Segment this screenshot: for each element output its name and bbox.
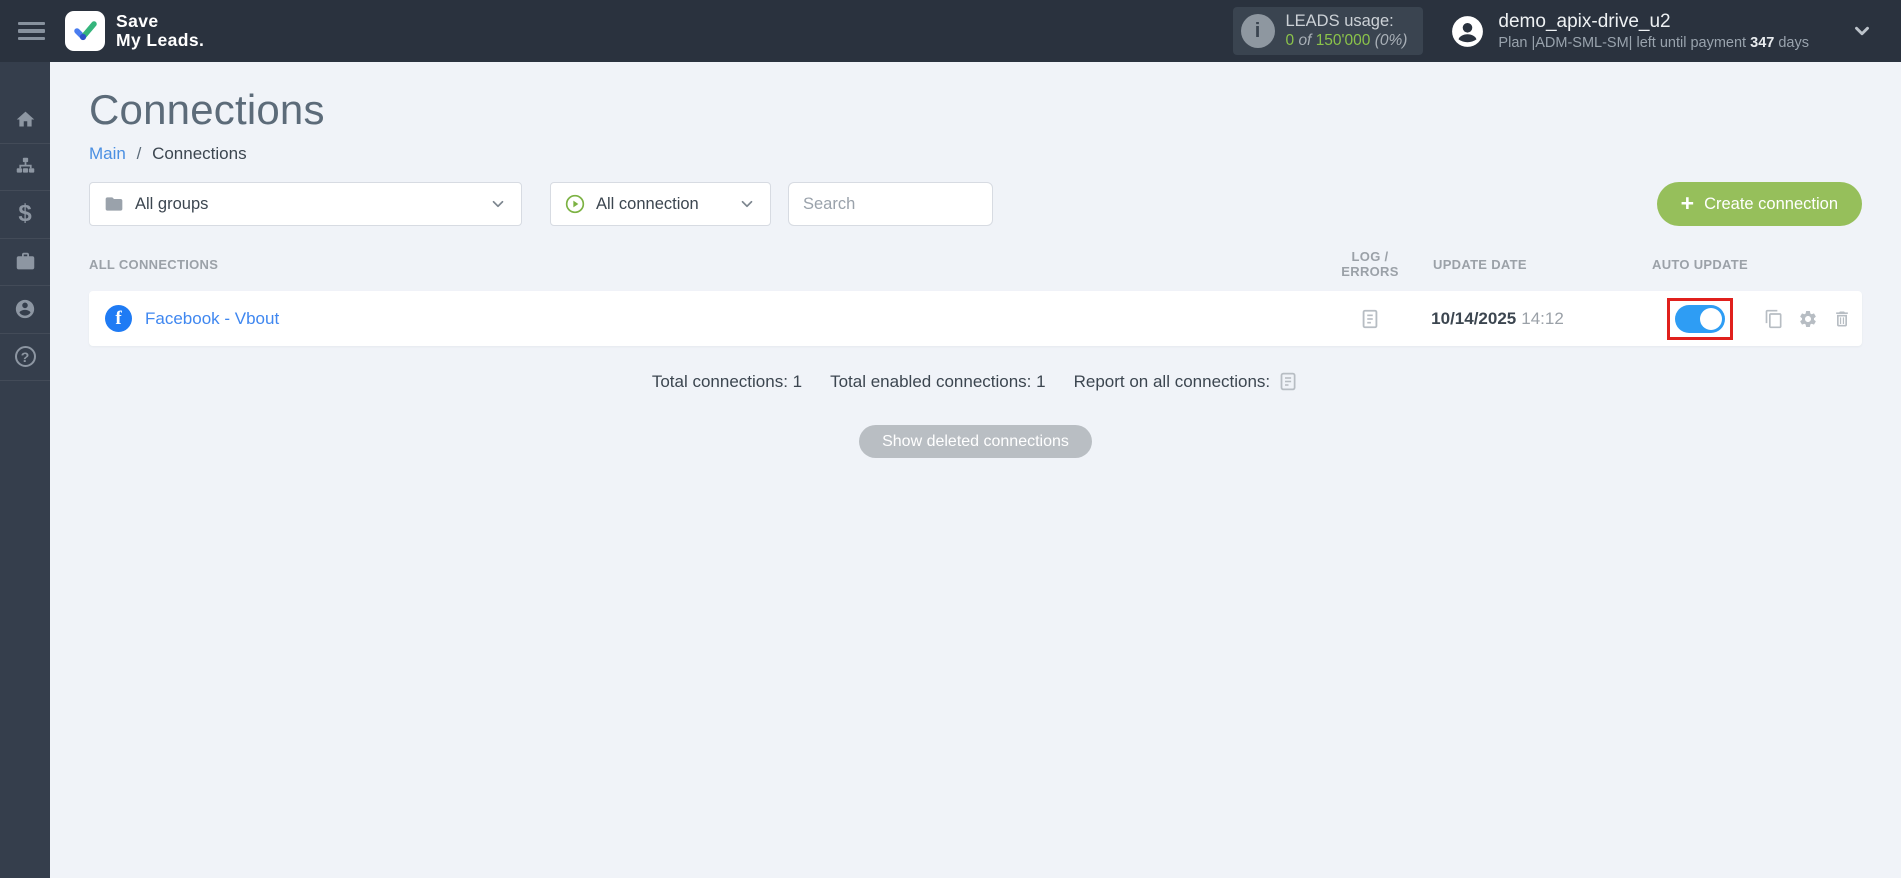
savemyleads-logo[interactable] <box>65 11 105 51</box>
breadcrumb: Main / Connections <box>89 144 1862 164</box>
leads-usage-label: LEADS usage: <box>1285 12 1394 30</box>
groups-filter-dropdown[interactable]: All groups <box>89 182 522 226</box>
chevron-down-icon <box>489 195 507 213</box>
user-avatar-icon <box>1452 15 1484 47</box>
report-document-icon[interactable] <box>1278 371 1299 392</box>
info-icon: i <box>1240 14 1275 48</box>
create-connection-label: Create connection <box>1704 194 1838 213</box>
connection-name-link[interactable]: Facebook - Vbout <box>145 309 279 329</box>
plus-icon: + <box>1680 189 1695 216</box>
sidebar-item-services[interactable] <box>0 239 50 286</box>
copy-icon[interactable] <box>1764 309 1784 329</box>
chevron-down-icon <box>738 195 756 213</box>
groups-filter-value: All groups <box>135 194 209 213</box>
username: demo_apix-drive_u2 <box>1498 11 1671 32</box>
document-icon <box>1362 309 1378 328</box>
col-header-auto-update: AUTO UPDATE <box>1652 256 1748 272</box>
account-icon <box>15 300 35 319</box>
trash-icon[interactable] <box>1832 309 1852 329</box>
update-date-cell: 10/14/2025 14:12 <box>1415 309 1580 329</box>
account-menu-chevron-icon[interactable] <box>1851 20 1873 42</box>
table-header: ALL CONNECTIONS LOG / ERRORS UPDATE DATE… <box>89 249 1862 279</box>
auto-update-toggle[interactable] <box>1675 304 1725 333</box>
total-connections: Total connections: 1 <box>651 371 803 391</box>
home-icon <box>16 111 34 127</box>
folder-icon <box>104 194 124 214</box>
hierarchy-icon <box>16 158 34 173</box>
connection-row: f Facebook - Vbout 10/14/2025 14:12 <box>89 291 1862 346</box>
leads-used: 0 <box>1285 32 1295 49</box>
leads-usage-value: 0 of 150'000 (0%) <box>1286 32 1408 50</box>
page-title: Connections <box>89 86 325 133</box>
show-deleted-connections-button[interactable]: Show deleted connections <box>859 425 1092 458</box>
leads-of-word: of <box>1298 32 1312 49</box>
summary-row: Total connections: 1 Total enabled conne… <box>89 371 1862 392</box>
update-time-value: 14:12 <box>1521 308 1564 328</box>
left-sidebar: $ ? <box>0 62 50 878</box>
report-label: Report on all connections: <box>1073 371 1271 391</box>
top-header: Save My Leads. i LEADS usage: 0 of 150'0… <box>0 0 1901 62</box>
help-icon: ? <box>14 346 36 368</box>
toggle-knob <box>1700 307 1722 330</box>
days-word: days <box>1778 35 1809 51</box>
breadcrumb-separator: / <box>136 144 142 163</box>
col-header-all-connections: ALL CONNECTIONS <box>89 256 219 272</box>
create-connection-button[interactable]: + Create connection <box>1656 182 1862 226</box>
col-header-update-date: UPDATE DATE <box>1433 256 1527 272</box>
breadcrumb-main-link[interactable]: Main <box>89 144 126 163</box>
red-highlight-annotation <box>1667 297 1733 340</box>
log-errors-icon[interactable] <box>1325 308 1415 330</box>
leads-usage-widget: i LEADS usage: 0 of 150'000 (0%) <box>1232 7 1424 55</box>
checkmark-logo-icon <box>74 21 97 41</box>
settings-gear-icon[interactable] <box>1798 309 1818 329</box>
days-left-value: 347 <box>1750 35 1775 51</box>
breadcrumb-current: Connections <box>152 144 247 163</box>
logo-line1: Save <box>116 11 159 31</box>
sidebar-item-connections[interactable] <box>0 144 50 191</box>
user-account-block[interactable]: demo_apix-drive_u2 Plan |ADM-SML-SM| lef… <box>1449 11 1809 51</box>
sidebar-item-home[interactable] <box>0 96 50 144</box>
filter-toolbar: All groups All connection + Create conne… <box>89 182 1862 226</box>
briefcase-icon <box>16 253 34 270</box>
sidebar-item-help[interactable]: ? <box>0 334 50 381</box>
sidebar-item-account[interactable] <box>0 286 50 334</box>
plan-text: Plan |ADM-SML-SM| left until payment <box>1498 35 1747 51</box>
sidebar-item-billing[interactable]: $ <box>0 191 50 239</box>
main-content: Connections Main / Connections All group… <box>50 62 1901 878</box>
play-circle-icon <box>565 194 585 214</box>
total-enabled-connections: Total enabled connections: 1 <box>830 371 1046 391</box>
dollar-icon: $ <box>18 200 32 228</box>
hamburger-menu-icon[interactable] <box>18 21 45 41</box>
leads-total: 150'000 <box>1315 32 1371 49</box>
logo-wordmark: Save My Leads. <box>116 12 204 50</box>
connection-filter-dropdown[interactable]: All connection <box>550 182 771 226</box>
col-header-log-errors: LOG / ERRORS <box>1341 249 1399 279</box>
search-input[interactable] <box>788 182 993 226</box>
connection-filter-value: All connection <box>596 194 699 213</box>
leads-percent: (0%) <box>1374 32 1408 49</box>
logo-line2: My Leads. <box>116 30 205 50</box>
facebook-icon: f <box>105 305 132 332</box>
update-date-value: 10/14/2025 <box>1431 308 1517 328</box>
plan-info: Plan |ADM-SML-SM| left until payment 347… <box>1498 35 1809 51</box>
